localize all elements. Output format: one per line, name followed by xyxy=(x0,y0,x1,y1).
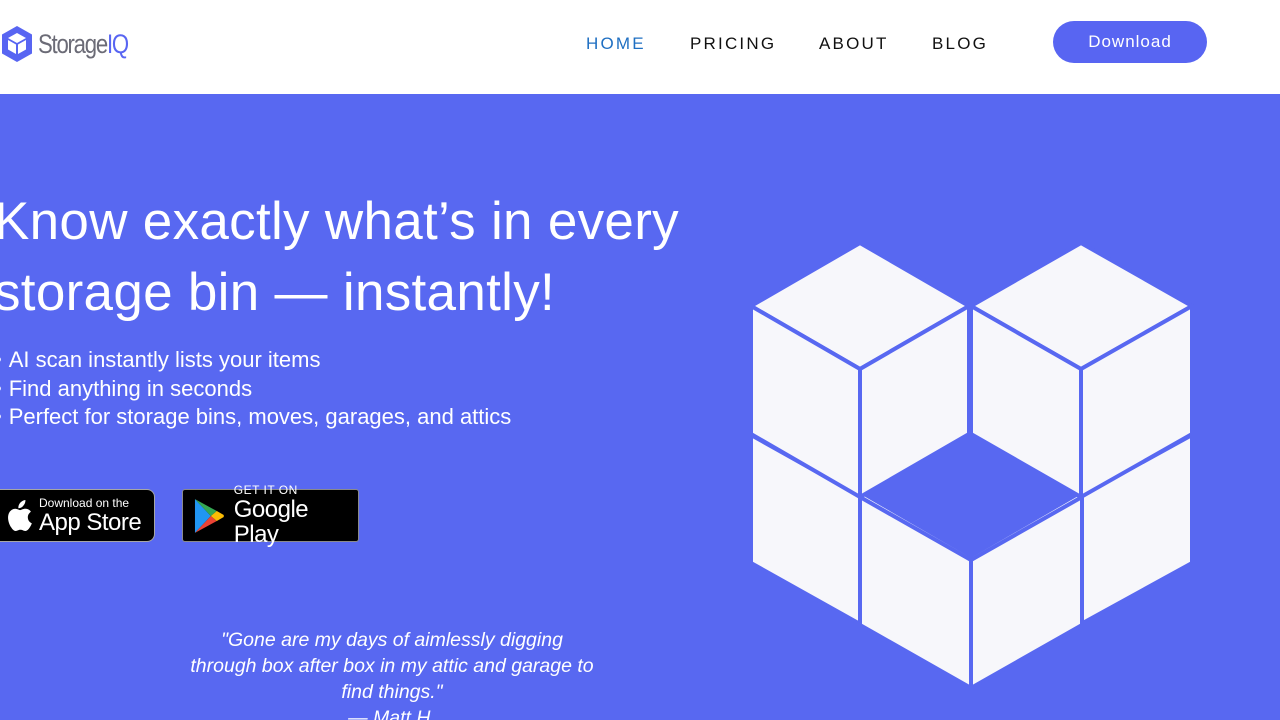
google-play-big-text: Google Play xyxy=(233,496,309,548)
app-store-small-text: Download on the xyxy=(39,495,130,510)
testimonial: "Gone are my days of aimlessly digging t… xyxy=(186,627,598,720)
isometric-cube-icon xyxy=(2,26,32,62)
nav-home[interactable]: HOME xyxy=(586,34,646,54)
testimonial-author: — Matt H. xyxy=(348,707,436,720)
feature-item: Find anything in seconds xyxy=(0,375,511,404)
nav-about[interactable]: ABOUT xyxy=(819,34,889,54)
feature-item: Perfect for storage bins, moves, garages… xyxy=(0,403,512,432)
hero-section: Know exactly what’s in every storage bin… xyxy=(0,94,1280,720)
google-play-icon xyxy=(194,498,224,533)
brand-name: StorageIQ xyxy=(38,28,129,59)
stacked-cubes-icon xyxy=(749,241,1194,688)
site-header: StorageIQ HOME PRICING ABOUT BLOG Downlo… xyxy=(0,0,1280,94)
testimonial-text: "Gone are my days of aimlessly digging t… xyxy=(190,629,594,703)
nav-pricing[interactable]: PRICING xyxy=(690,34,776,54)
hero-title-line2: storage bin — instantly! xyxy=(0,263,556,322)
app-store-badge[interactable]: Download on the App Store xyxy=(0,489,155,542)
feature-item: AI scan instantly lists your items xyxy=(0,346,511,375)
download-button[interactable]: Download xyxy=(1053,21,1207,63)
google-play-badge[interactable]: GET IT ON Google Play xyxy=(182,484,359,547)
app-store-big-text: App Store xyxy=(39,508,142,536)
nav-blog[interactable]: BLOG xyxy=(932,34,988,54)
hero-title-line1: Know exactly what’s in every xyxy=(0,192,679,251)
brand-logo[interactable]: StorageIQ xyxy=(0,24,148,64)
apple-icon xyxy=(8,499,32,531)
feature-list: AI scan instantly lists your items Find … xyxy=(0,346,512,432)
hero-title: Know exactly what’s in every storage bin… xyxy=(0,186,714,328)
